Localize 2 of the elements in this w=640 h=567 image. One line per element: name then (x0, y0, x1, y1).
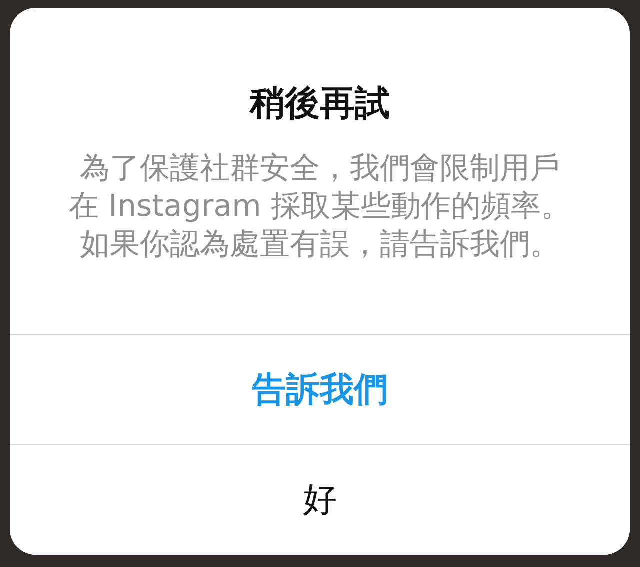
dialog-title: 稍後再試 (250, 83, 390, 126)
dialog-message: 為了保護社群安全，我們會限制用戶在 Instagram 採取某些動作的頻率。如果你認為處置有誤，請告訴我們。 (69, 150, 571, 264)
